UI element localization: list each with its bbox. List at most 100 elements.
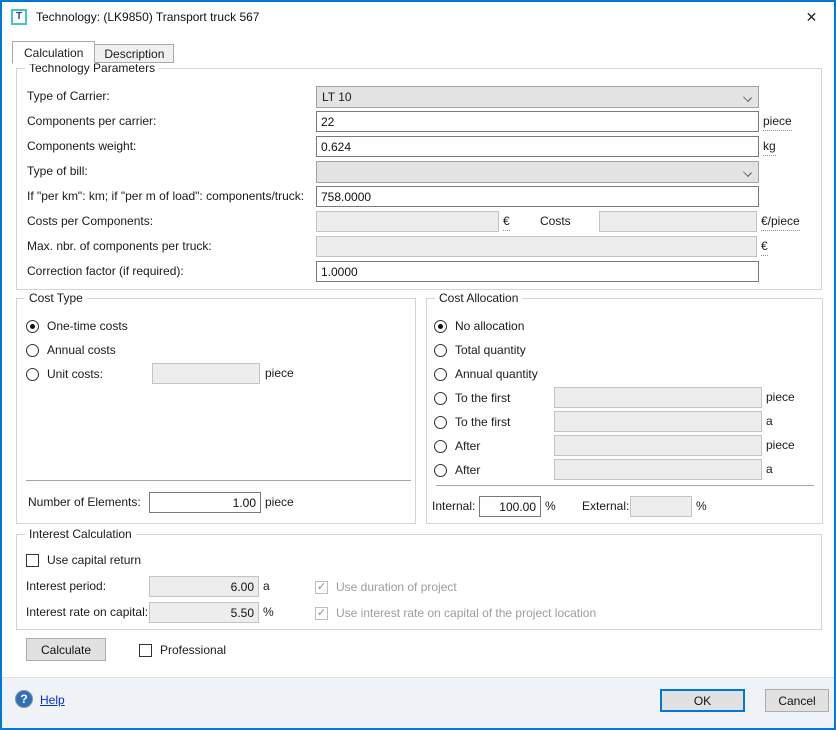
radio-after-a[interactable]: After (434, 462, 480, 478)
costs-per-components-input (316, 211, 499, 232)
radio-after-piece[interactable]: After (434, 438, 480, 454)
interest-period-unit: a (263, 576, 270, 597)
radio-label: Unit costs: (47, 367, 103, 381)
correction-factor-input[interactable] (316, 261, 759, 282)
radio-to-first-piece[interactable]: To the first (434, 390, 510, 406)
checkbox-label: Use interest rate on capital of the proj… (336, 606, 596, 620)
group-technology-parameters: Technology Parameters Type of Carrier: L… (16, 68, 822, 290)
radio-icon (26, 344, 39, 357)
checkbox-use-duration-of-project: ✓ Use duration of project (315, 579, 457, 595)
checkbox-label: Use duration of project (336, 580, 457, 594)
window-title: Technology: (LK9850) Transport truck 567 (36, 10, 259, 24)
max-components-unit[interactable]: € (761, 238, 768, 256)
interest-period-label: Interest period: (26, 576, 106, 597)
after-piece-input (554, 435, 762, 456)
costs-per-components-unit[interactable]: € (503, 213, 510, 231)
internal-unit: % (545, 496, 556, 517)
group-title: Cost Allocation (435, 291, 522, 305)
radio-one-time-costs[interactable]: One-time costs (26, 318, 128, 334)
cancel-button[interactable]: Cancel (765, 689, 829, 712)
per-km-input[interactable] (316, 186, 759, 207)
calculate-button[interactable]: Calculate (26, 638, 106, 661)
radio-icon (434, 320, 447, 333)
type-of-bill-select[interactable] (316, 161, 759, 183)
components-per-carrier-unit[interactable]: piece (763, 113, 792, 131)
radio-icon (26, 320, 39, 333)
checkbox-check-icon: ✓ (315, 607, 328, 620)
radio-annual-quantity[interactable]: Annual quantity (434, 366, 538, 382)
radio-icon (434, 464, 447, 477)
components-weight-unit[interactable]: kg (763, 138, 776, 156)
costs-label: Costs (540, 211, 571, 232)
close-icon[interactable]: ✕ (789, 2, 834, 32)
tab-description[interactable]: Description (95, 44, 174, 63)
tab-strip: Calculation Description (12, 41, 174, 63)
footer-bar: ? Help OK Cancel (2, 677, 834, 728)
app-icon: T (11, 9, 27, 25)
radio-icon (434, 392, 447, 405)
components-weight-input[interactable] (316, 136, 759, 157)
internal-label: Internal: (432, 496, 475, 517)
after-a-unit: a (766, 459, 773, 480)
unit-costs-unit: piece (265, 363, 294, 384)
components-per-carrier-input[interactable] (316, 111, 759, 132)
radio-label: One-time costs (47, 319, 128, 333)
radio-unit-costs[interactable]: Unit costs: (26, 366, 103, 382)
components-per-carrier-label: Components per carrier: (27, 111, 156, 132)
checkbox-check-icon: ✓ (315, 581, 328, 594)
group-title: Interest Calculation (25, 527, 136, 541)
to-first-a-unit: a (766, 411, 773, 432)
after-a-input (554, 459, 762, 480)
radio-icon (434, 440, 447, 453)
checkbox-icon (139, 644, 152, 657)
radio-annual-costs[interactable]: Annual costs (26, 342, 116, 358)
technology-dialog: T Technology: (LK9850) Transport truck 5… (0, 0, 836, 730)
help-link[interactable]: Help (40, 693, 65, 707)
radio-label: No allocation (455, 319, 524, 333)
external-input (630, 496, 692, 517)
type-of-bill-label: Type of bill: (27, 161, 88, 182)
per-km-label: If "per km": km; if "per m of load": com… (27, 186, 304, 207)
number-of-elements-input[interactable] (149, 492, 261, 513)
group-cost-allocation: Cost Allocation No allocation Total quan… (426, 298, 823, 524)
help-icon[interactable]: ? (15, 690, 33, 708)
internal-input[interactable] (479, 496, 541, 517)
components-weight-label: Components weight: (27, 136, 136, 157)
external-unit: % (696, 496, 707, 517)
costs-unit[interactable]: €/piece (761, 213, 800, 231)
radio-label: After (455, 463, 480, 477)
title-bar: T Technology: (LK9850) Transport truck 5… (2, 2, 834, 32)
radio-total-quantity[interactable]: Total quantity (434, 342, 526, 358)
radio-to-first-a[interactable]: To the first (434, 414, 510, 430)
radio-label: Annual costs (47, 343, 116, 357)
checkbox-professional[interactable]: Professional (139, 642, 226, 658)
group-interest-calculation: Interest Calculation Use capital return … (16, 534, 822, 630)
checkbox-use-capital-return[interactable]: Use capital return (26, 552, 141, 568)
external-label: External: (582, 496, 629, 517)
number-of-elements-label: Number of Elements: (28, 492, 141, 513)
tab-calculation[interactable]: Calculation (12, 41, 95, 64)
checkbox-label: Use capital return (47, 553, 141, 567)
radio-icon (434, 416, 447, 429)
after-piece-unit: piece (766, 435, 795, 456)
radio-icon (26, 368, 39, 381)
type-of-carrier-select[interactable]: LT 10 (316, 86, 759, 108)
checkbox-icon (26, 554, 39, 567)
costs-per-components-label: Costs per Components: (27, 211, 153, 232)
radio-icon (434, 344, 447, 357)
radio-no-allocation[interactable]: No allocation (434, 318, 524, 334)
divider (26, 480, 411, 481)
interest-rate-input (149, 602, 259, 623)
ok-button[interactable]: OK (660, 689, 745, 712)
radio-label: To the first (455, 415, 510, 429)
radio-label: After (455, 439, 480, 453)
number-of-elements-unit: piece (265, 492, 294, 513)
correction-factor-label: Correction factor (if required): (27, 261, 184, 282)
interest-rate-unit: % (263, 602, 274, 623)
chevron-down-icon (743, 93, 752, 102)
group-title: Cost Type (25, 291, 87, 305)
unit-costs-input (152, 363, 260, 384)
divider (436, 485, 814, 486)
interest-rate-label: Interest rate on capital: (26, 602, 148, 623)
checkbox-label: Professional (160, 643, 226, 657)
